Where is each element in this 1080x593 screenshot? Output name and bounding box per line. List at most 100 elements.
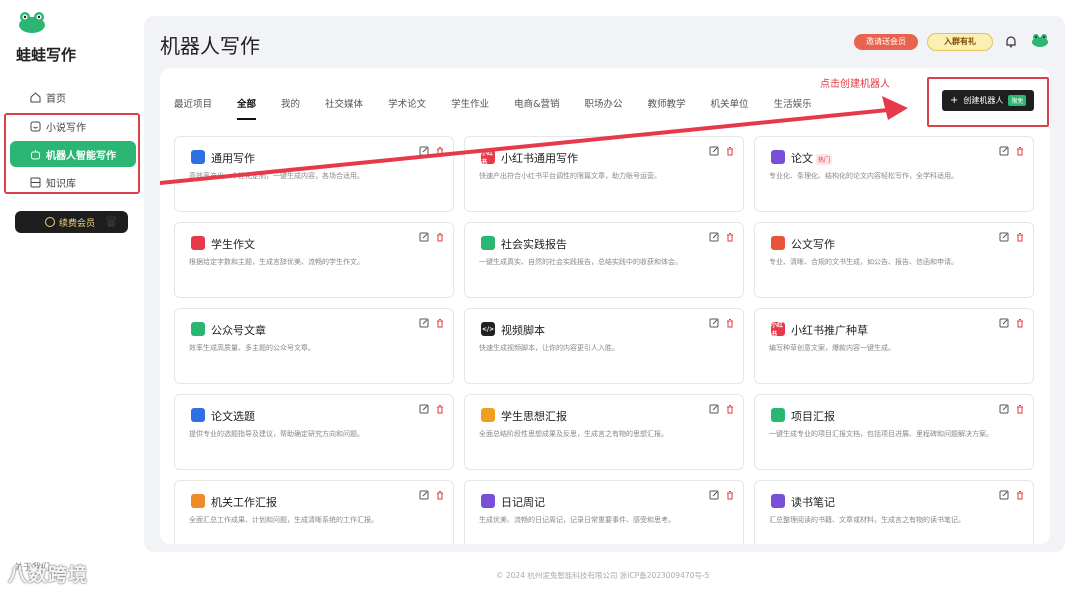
card-title: 公文写作 (791, 236, 835, 252)
delete-icon[interactable] (435, 313, 445, 328)
card-description: 专业化、条理化、结构化的论文内容轻松写作，全学科适用。 (769, 172, 958, 180)
delete-icon[interactable] (435, 227, 445, 242)
delete-icon[interactable] (1015, 399, 1025, 414)
card-title-text: 论文选题 (211, 410, 255, 423)
card-title-text: 论文 (791, 152, 813, 165)
edit-icon[interactable] (999, 227, 1009, 242)
delete-icon[interactable] (435, 141, 445, 156)
edit-icon[interactable] (419, 399, 429, 414)
edit-icon[interactable] (419, 141, 429, 156)
robot-panel: 最近项目 全部 我的 社交媒体 学术论文 学生作业 电商&营销 职场办公 教师教… (160, 68, 1050, 544)
robot-card[interactable]: 读书笔记 汇总整理阅读的书籍、文章或材料，生成言之有物的读书笔记。 (754, 480, 1034, 544)
card-title: 项目汇报 (791, 408, 835, 424)
robot-card[interactable]: 小红书 小红书通用写作 快速产出符合小红书平台调性的限篇文章，助力账号运营。 (464, 136, 744, 212)
robot-card[interactable]: 公文写作 专业、清晰、合规的文书生成，如公告、报告、信函和申请。 (754, 222, 1034, 298)
tab-lifestyle[interactable]: 生活娱乐 (774, 96, 812, 110)
robot-card[interactable]: 论文选题 提供专业的选题指导及建议，帮助确定研究方向和问题。 (174, 394, 454, 470)
robot-card[interactable]: 日记周记 生成优美、流畅的日记周记，记录日常重要事件、感受和思考。 (464, 480, 744, 544)
bell-icon[interactable] (1005, 35, 1017, 48)
tab-all[interactable]: 全部 (237, 96, 257, 120)
crown-icon: ♛ (104, 212, 119, 231)
edit-icon[interactable] (709, 399, 719, 414)
robot-card[interactable]: 论文 热门 专业化、条理化、结构化的论文内容轻松写作，全学科适用。 (754, 136, 1034, 212)
card-title: 学生作文 (211, 236, 255, 252)
delete-icon[interactable] (725, 485, 735, 500)
edit-icon[interactable] (419, 485, 429, 500)
robot-card[interactable]: 公众号文章 效率生成高质量、多主题的公众号文章。 (174, 308, 454, 384)
card-actions (709, 399, 735, 414)
edit-icon[interactable] (709, 313, 719, 328)
card-actions (999, 485, 1025, 500)
robot-card[interactable]: 机关工作汇报 全面汇总工作成果、计划和问题，生成清晰系统的工作汇报。 (174, 480, 454, 544)
edit-icon[interactable] (999, 485, 1009, 500)
robot-card[interactable]: 社会实践报告 一键生成真实、自然的社会实践报告，总结实践中的收获和体会。 (464, 222, 744, 298)
card-title: 小红书通用写作 (501, 150, 578, 166)
tab-academic[interactable]: 学术论文 (388, 96, 426, 110)
robot-card[interactable]: 通用写作 高效率产出，个性化定制，一键生成内容，各场合适用。 (174, 136, 454, 212)
card-actions (419, 227, 445, 242)
card-actions (709, 485, 735, 500)
frog-logo-icon[interactable] (18, 10, 46, 34)
tab-teaching[interactable]: 教师教学 (648, 96, 686, 110)
edit-icon[interactable] (419, 227, 429, 242)
renew-membership-button[interactable]: 续费会员 ♛ (15, 211, 128, 233)
edit-icon[interactable] (709, 227, 719, 242)
tab-ecommerce[interactable]: 电商&营销 (514, 96, 559, 110)
card-title: 公众号文章 (211, 322, 266, 338)
tab-recent[interactable]: 最近项目 (174, 96, 212, 110)
card-icon (771, 150, 785, 164)
delete-icon[interactable] (1015, 485, 1025, 500)
invite-button[interactable]: 邀请送会员 (854, 34, 918, 50)
robot-card[interactable]: 小红书 小红书推广种草 编写种草创意文案，爆款内容一键生成。 (754, 308, 1034, 384)
tab-government[interactable]: 机关单位 (711, 96, 749, 110)
edit-icon[interactable] (419, 313, 429, 328)
card-icon (771, 494, 785, 508)
tab-student-homework[interactable]: 学生作业 (451, 96, 489, 110)
card-actions (999, 227, 1025, 242)
renew-label: 续费会员 (59, 218, 96, 229)
highlight-frame (4, 113, 140, 194)
card-title-text: 学生作文 (211, 238, 255, 251)
delete-icon[interactable] (435, 485, 445, 500)
delete-icon[interactable] (435, 399, 445, 414)
edit-icon[interactable] (999, 399, 1009, 414)
card-title-text: 机关工作汇报 (211, 496, 277, 509)
create-robot-label: 创建机器人 (963, 96, 1004, 105)
delete-icon[interactable] (1015, 141, 1025, 156)
join-group-button[interactable]: 入群有礼 (927, 33, 993, 51)
edit-icon[interactable] (709, 485, 719, 500)
card-icon-text: 小红书 (481, 150, 494, 166)
robot-card[interactable]: 学生作文 根据给定字数和主题，生成言辞优美、流畅的学生作文。 (174, 222, 454, 298)
robot-card[interactable]: 学生思想汇报 全面总结阶段性思想成果及反思，生成言之有物的思想汇报。 (464, 394, 744, 470)
delete-icon[interactable] (1015, 227, 1025, 242)
card-actions (419, 485, 445, 500)
robot-card[interactable]: 项目汇报 一键生成专业的项目汇报文档，包括项目进展、里程碑和问题解决方案。 (754, 394, 1034, 470)
card-title-text: 日记周记 (501, 496, 545, 509)
card-actions (709, 141, 735, 156)
card-title: 论文选题 (211, 408, 255, 424)
delete-icon[interactable] (725, 141, 735, 156)
sidebar-item-home[interactable]: 首页 (10, 84, 136, 110)
edit-icon[interactable] (709, 141, 719, 156)
delete-icon[interactable] (725, 399, 735, 414)
card-title-text: 读书笔记 (791, 496, 835, 509)
sidebar: 蛙蛙写作 首页 小说写作 机器人智能写作 知识库 续费会员 ♛ 关于我们 (0, 0, 144, 593)
edit-icon[interactable] (999, 141, 1009, 156)
card-icon (481, 408, 495, 422)
delete-icon[interactable] (1015, 313, 1025, 328)
card-title-text: 学生思想汇报 (501, 410, 567, 423)
tab-mine[interactable]: 我的 (281, 96, 300, 110)
card-icon (191, 494, 205, 508)
tab-social-media[interactable]: 社交媒体 (325, 96, 363, 110)
robot-card[interactable]: </> 视频脚本 快速生成视频脚本，让你的内容更引人入胜。 (464, 308, 744, 384)
edit-icon[interactable] (999, 313, 1009, 328)
card-icon-text: </> (481, 325, 495, 333)
card-title: 读书笔记 (791, 494, 835, 510)
delete-icon[interactable] (725, 227, 735, 242)
avatar[interactable] (1031, 32, 1049, 48)
card-actions (709, 227, 735, 242)
tab-office[interactable]: 职场办公 (585, 96, 623, 110)
create-robot-button[interactable]: + 创建机器人 限免 (942, 90, 1034, 111)
card-actions (999, 313, 1025, 328)
delete-icon[interactable] (725, 313, 735, 328)
